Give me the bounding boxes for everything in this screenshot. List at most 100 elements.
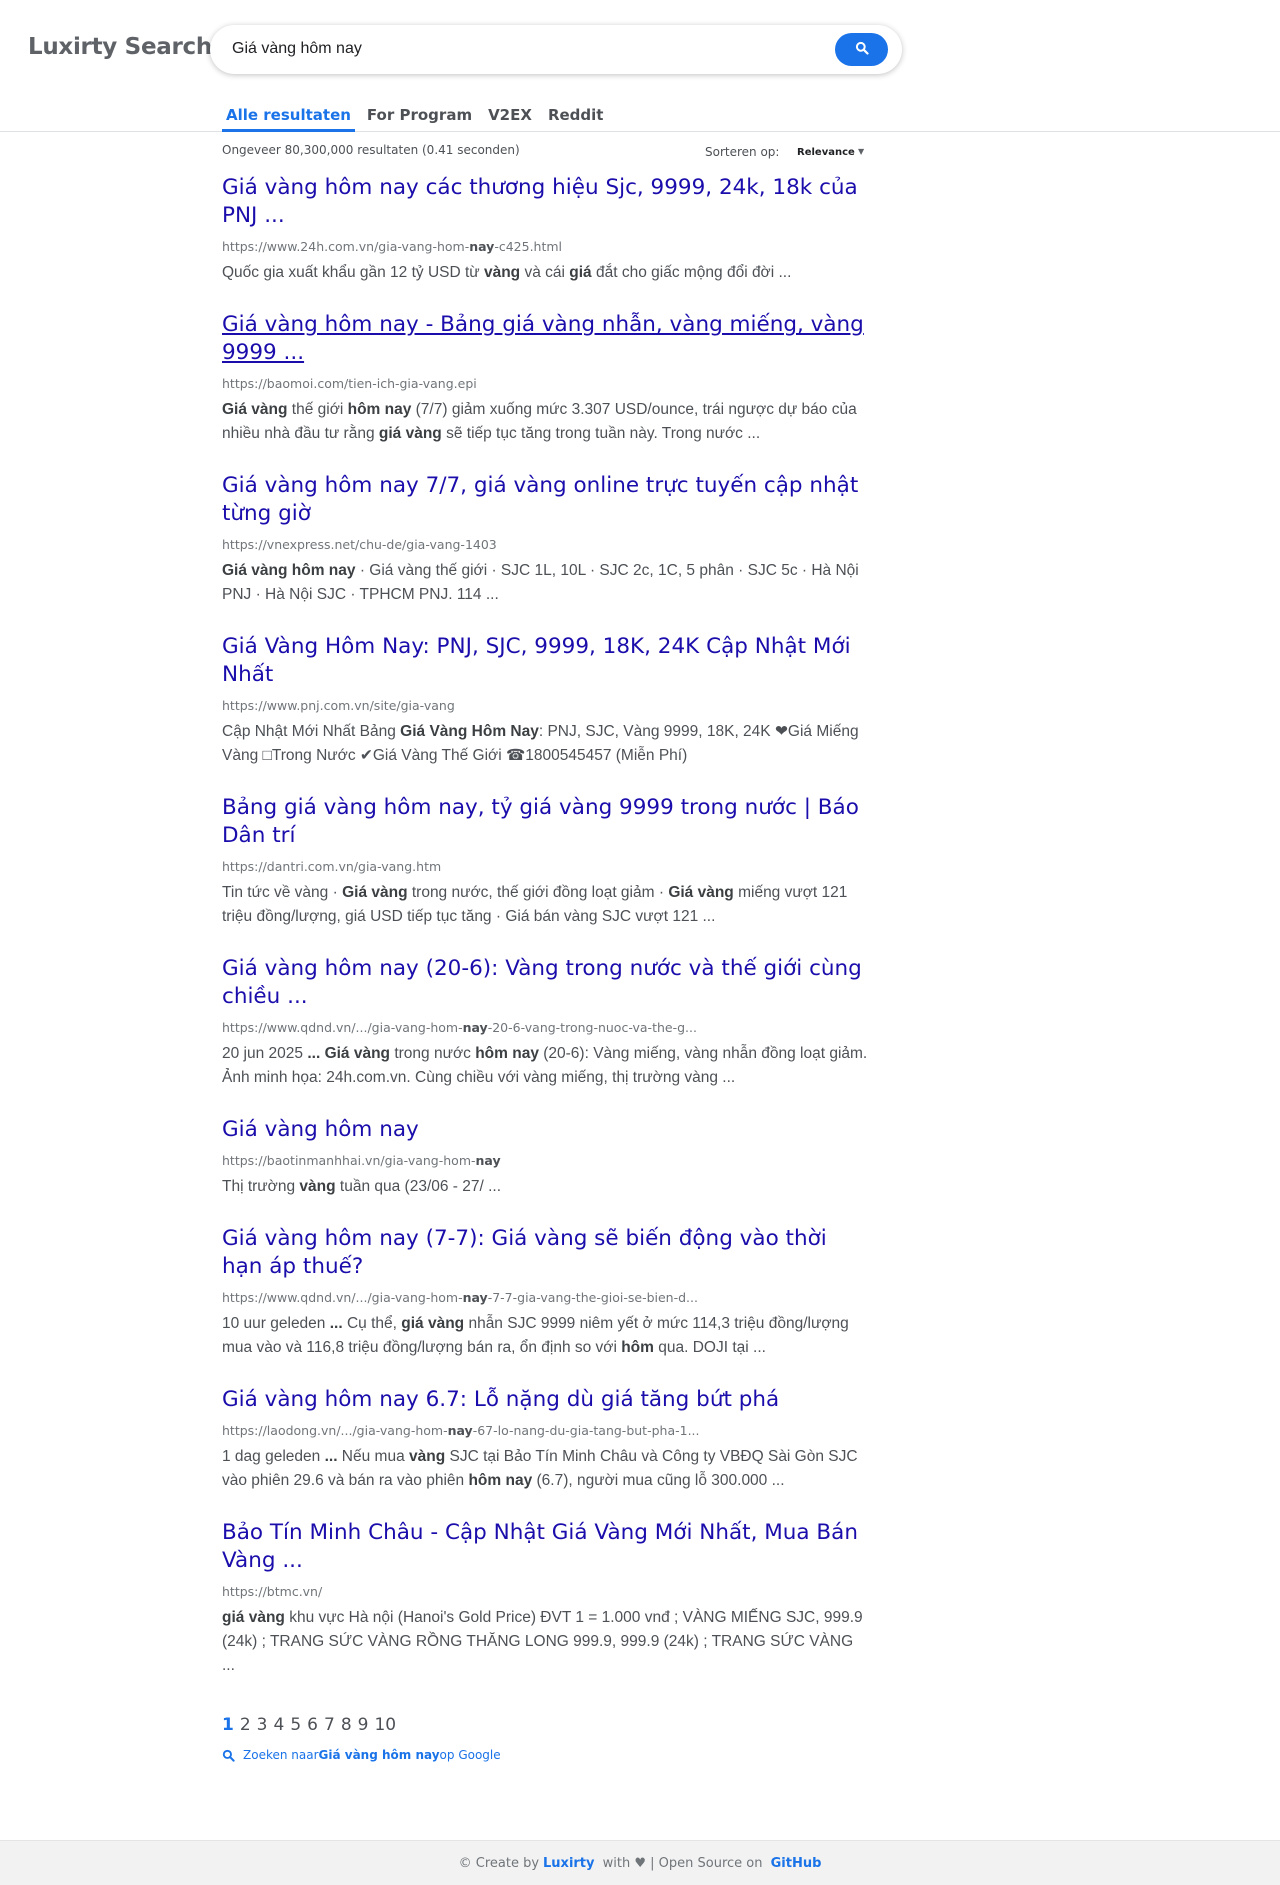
snippet-highlight: giá vàng <box>378 425 442 442</box>
tab-v2ex[interactable]: V2EX <box>484 104 536 132</box>
snippet-text: Thị trường <box>222 1178 300 1195</box>
result-item: Giá Vàng Hôm Nay: PNJ, SJC, 9999, 18K, 2… <box>222 633 868 794</box>
search-icon <box>222 1749 235 1762</box>
page-link-4[interactable]: 4 <box>274 1715 285 1735</box>
result-snippet: Cập Nhật Mới Nhất Bảng Giá Vàng Hôm Nay:… <box>222 720 868 768</box>
pagination: 1 2 3 4 5 6 7 8 9 10 <box>222 1712 868 1738</box>
tab-for-program[interactable]: For Program <box>363 104 476 132</box>
snippet-highlight: hôm nay <box>347 401 412 418</box>
page-link-2[interactable]: 2 <box>240 1715 251 1735</box>
sort-dropdown[interactable]: Relevance <box>797 147 855 158</box>
result-url: https://dantri.com.vn/gia-vang.htm <box>222 858 868 875</box>
result-url: https://btmc.vn/ <box>222 1583 868 1600</box>
snippet-text: sẽ tiếp tục tăng trong tuần này. Trong n… <box>441 425 761 442</box>
page-link-6[interactable]: 6 <box>307 1715 318 1735</box>
result-snippet: Giá vàng thế giới hôm nay (7/7) giảm xuố… <box>222 398 868 446</box>
result-snippet: Thị trường vàng tuần qua (23/06 - 27/ ..… <box>222 1175 868 1199</box>
search-box <box>210 25 902 74</box>
result-url-start: https://baotinmanhhai.vn/gia-vang-hom- <box>222 1153 476 1168</box>
github-link[interactable]: GitHub <box>771 1856 822 1871</box>
footer-middle: with ♥ | Open Source on <box>598 1855 767 1871</box>
sort-label: Sorteren op: <box>705 145 780 159</box>
result-snippet: Giá vàng hôm nay · Giá vàng thế giới · S… <box>222 559 868 607</box>
result-title-link[interactable]: Giá vàng hôm nay 6.7: Lỗ nặng dù giá tăn… <box>222 1386 868 1414</box>
snippet-highlight: Giá vàng hôm nay <box>222 562 356 579</box>
result-url-end: -67-lo-nang-du-gia-tang-but-pha-1... <box>472 1423 700 1438</box>
result-url: https://vnexpress.net/chu-de/gia-vang-14… <box>222 536 868 553</box>
page-link-8[interactable]: 8 <box>341 1715 352 1735</box>
result-title-link[interactable]: Bảo Tín Minh Châu - Cập Nhật Giá Vàng Mớ… <box>222 1519 868 1575</box>
result-url-start: https://vnexpress.net/chu-de/gia-vang-14… <box>222 537 497 552</box>
result-url-end: -20-6-vang-trong-nuoc-va-the-g... <box>487 1020 697 1035</box>
result-item: Giá vàng hôm nay các thương hiệu Sjc, 99… <box>222 174 868 311</box>
snippet-highlight: vàng <box>299 1178 336 1195</box>
search-input[interactable] <box>232 37 812 61</box>
tab-bar: Alle resultaten For Program V2EX Reddit <box>222 104 615 132</box>
snippet-highlight: ... <box>324 1448 338 1465</box>
snippet-highlight: hôm nay <box>475 1045 539 1062</box>
result-count: Ongeveer 80,300,000 resultaten (0.41 sec… <box>222 143 520 157</box>
footer: © Create by Luxirty with ♥ | Open Source… <box>0 1840 1280 1885</box>
snippet-text: qua. DOJI tại ... <box>653 1339 766 1356</box>
snippet-text: 10 uur geleden <box>222 1315 330 1332</box>
page-link-1[interactable]: 1 <box>222 1715 234 1735</box>
result-item: Bảng giá vàng hôm nay, tỷ giá vàng 9999 … <box>222 794 868 955</box>
snippet-text: Nếu mua <box>337 1448 410 1465</box>
google-link-suffix: op Google <box>439 1748 501 1762</box>
snippet-text: thế giới <box>287 401 348 418</box>
result-url: https://www.24h.com.vn/gia-vang-hom-nay-… <box>222 238 868 255</box>
snippet-highlight: giá <box>569 264 592 281</box>
result-title-link[interactable]: Giá vàng hôm nay (7-7): Giá vàng sẽ biến… <box>222 1225 868 1281</box>
result-title-link[interactable]: Giá vàng hôm nay (20-6): Vàng trong nước… <box>222 955 868 1011</box>
footer-prefix: © Create by <box>458 1855 540 1871</box>
result-item: Giá vàng hôm nay https://baotinmanhhai.vn… <box>222 1116 868 1225</box>
header: Luxirty Search Alle resultaten For Progra… <box>0 0 1280 132</box>
result-url-end: -7-7-gia-vang-the-gioi-se-bien-d... <box>487 1290 698 1305</box>
result-title-link[interactable]: Giá vàng hôm nay <box>222 1116 868 1144</box>
result-url-highlight: nay <box>447 1423 473 1438</box>
footer-brand-link[interactable]: Luxirty <box>543 1856 594 1871</box>
result-title-link[interactable]: Giá vàng hôm nay 7/7, giá vàng online tr… <box>222 472 868 528</box>
result-item: Giá vàng hôm nay - Bảng giá vàng nhẫn, v… <box>222 311 868 472</box>
result-snippet: 10 uur geleden ... Cụ thể, giá vàng nhẫn… <box>222 1312 868 1360</box>
google-search-link[interactable]: Zoeken naar Giá vàng hôm nay op Google <box>222 1748 868 1762</box>
snippet-text: Quốc gia xuất khẩu gần 12 tỷ USD từ <box>222 264 484 281</box>
page-link-10[interactable]: 10 <box>374 1715 396 1735</box>
snippet-text: trong nước <box>390 1045 476 1062</box>
page-link-7[interactable]: 7 <box>324 1715 335 1735</box>
page-link-5[interactable]: 5 <box>290 1715 301 1735</box>
result-url: https://baotinmanhhai.vn/gia-vang-hom-na… <box>222 1152 868 1169</box>
snippet-highlight: ... <box>307 1045 321 1062</box>
result-title-link[interactable]: Giá vàng hôm nay các thương hiệu Sjc, 99… <box>222 174 868 230</box>
tab-alle-resultaten[interactable]: Alle resultaten <box>222 104 355 132</box>
result-url-end: -c425.html <box>494 239 563 254</box>
result-url: https://baomoi.com/tien-ich-gia-vang.epi <box>222 375 868 392</box>
result-snippet: 20 jun 2025 ... Giá vàng trong nước hôm … <box>222 1042 868 1090</box>
result-url-start: https://btmc.vn/ <box>222 1584 323 1599</box>
result-url-start: https://www.24h.com.vn/gia-vang-hom- <box>222 239 470 254</box>
snippet-text: Cập Nhật Mới Nhất Bảng <box>222 723 401 740</box>
snippet-highlight: ... <box>329 1315 343 1332</box>
result-url-start: https://laodong.vn/.../gia-vang-hom- <box>222 1423 448 1438</box>
page-link-3[interactable]: 3 <box>257 1715 268 1735</box>
result-title-link[interactable]: Giá Vàng Hôm Nay: PNJ, SJC, 9999, 18K, 2… <box>222 633 868 689</box>
tab-reddit[interactable]: Reddit <box>544 104 608 132</box>
result-title-link[interactable]: Bảng giá vàng hôm nay, tỷ giá vàng 9999 … <box>222 794 868 850</box>
search-button[interactable] <box>835 33 888 66</box>
result-url-start: https://dantri.com.vn/gia-vang.htm <box>222 859 442 874</box>
result-title-link[interactable]: Giá vàng hôm nay - Bảng giá vàng nhẫn, v… <box>222 311 868 367</box>
result-url-start: https://www.pnj.com.vn/site/gia-vang <box>222 698 455 713</box>
snippet-text: 1 dag geleden <box>222 1448 325 1465</box>
snippet-text: 20 jun 2025 <box>222 1045 308 1062</box>
result-item: Giá vàng hôm nay (7-7): Giá vàng sẽ biến… <box>222 1225 868 1386</box>
result-url-highlight: nay <box>462 1020 488 1035</box>
logo[interactable]: Luxirty Search <box>28 34 212 60</box>
result-snippet: Tin tức về vàng · Giá vàng trong nước, t… <box>222 881 868 929</box>
results-area: Ongeveer 80,300,000 resultaten (0.41 sec… <box>222 140 868 1762</box>
result-url: https://www.pnj.com.vn/site/gia-vang <box>222 697 868 714</box>
result-url-start: https://baomoi.com/tien-ich-gia-vang.epi <box>222 376 477 391</box>
result-snippet: giá vàng khu vực Hà nội (Hanoi's Gold Pr… <box>222 1606 868 1678</box>
chevron-down-icon[interactable]: ▼ <box>858 147 864 156</box>
snippet-text: tuần qua (23/06 - 27/ ... <box>335 1178 502 1195</box>
page-link-9[interactable]: 9 <box>358 1715 369 1735</box>
